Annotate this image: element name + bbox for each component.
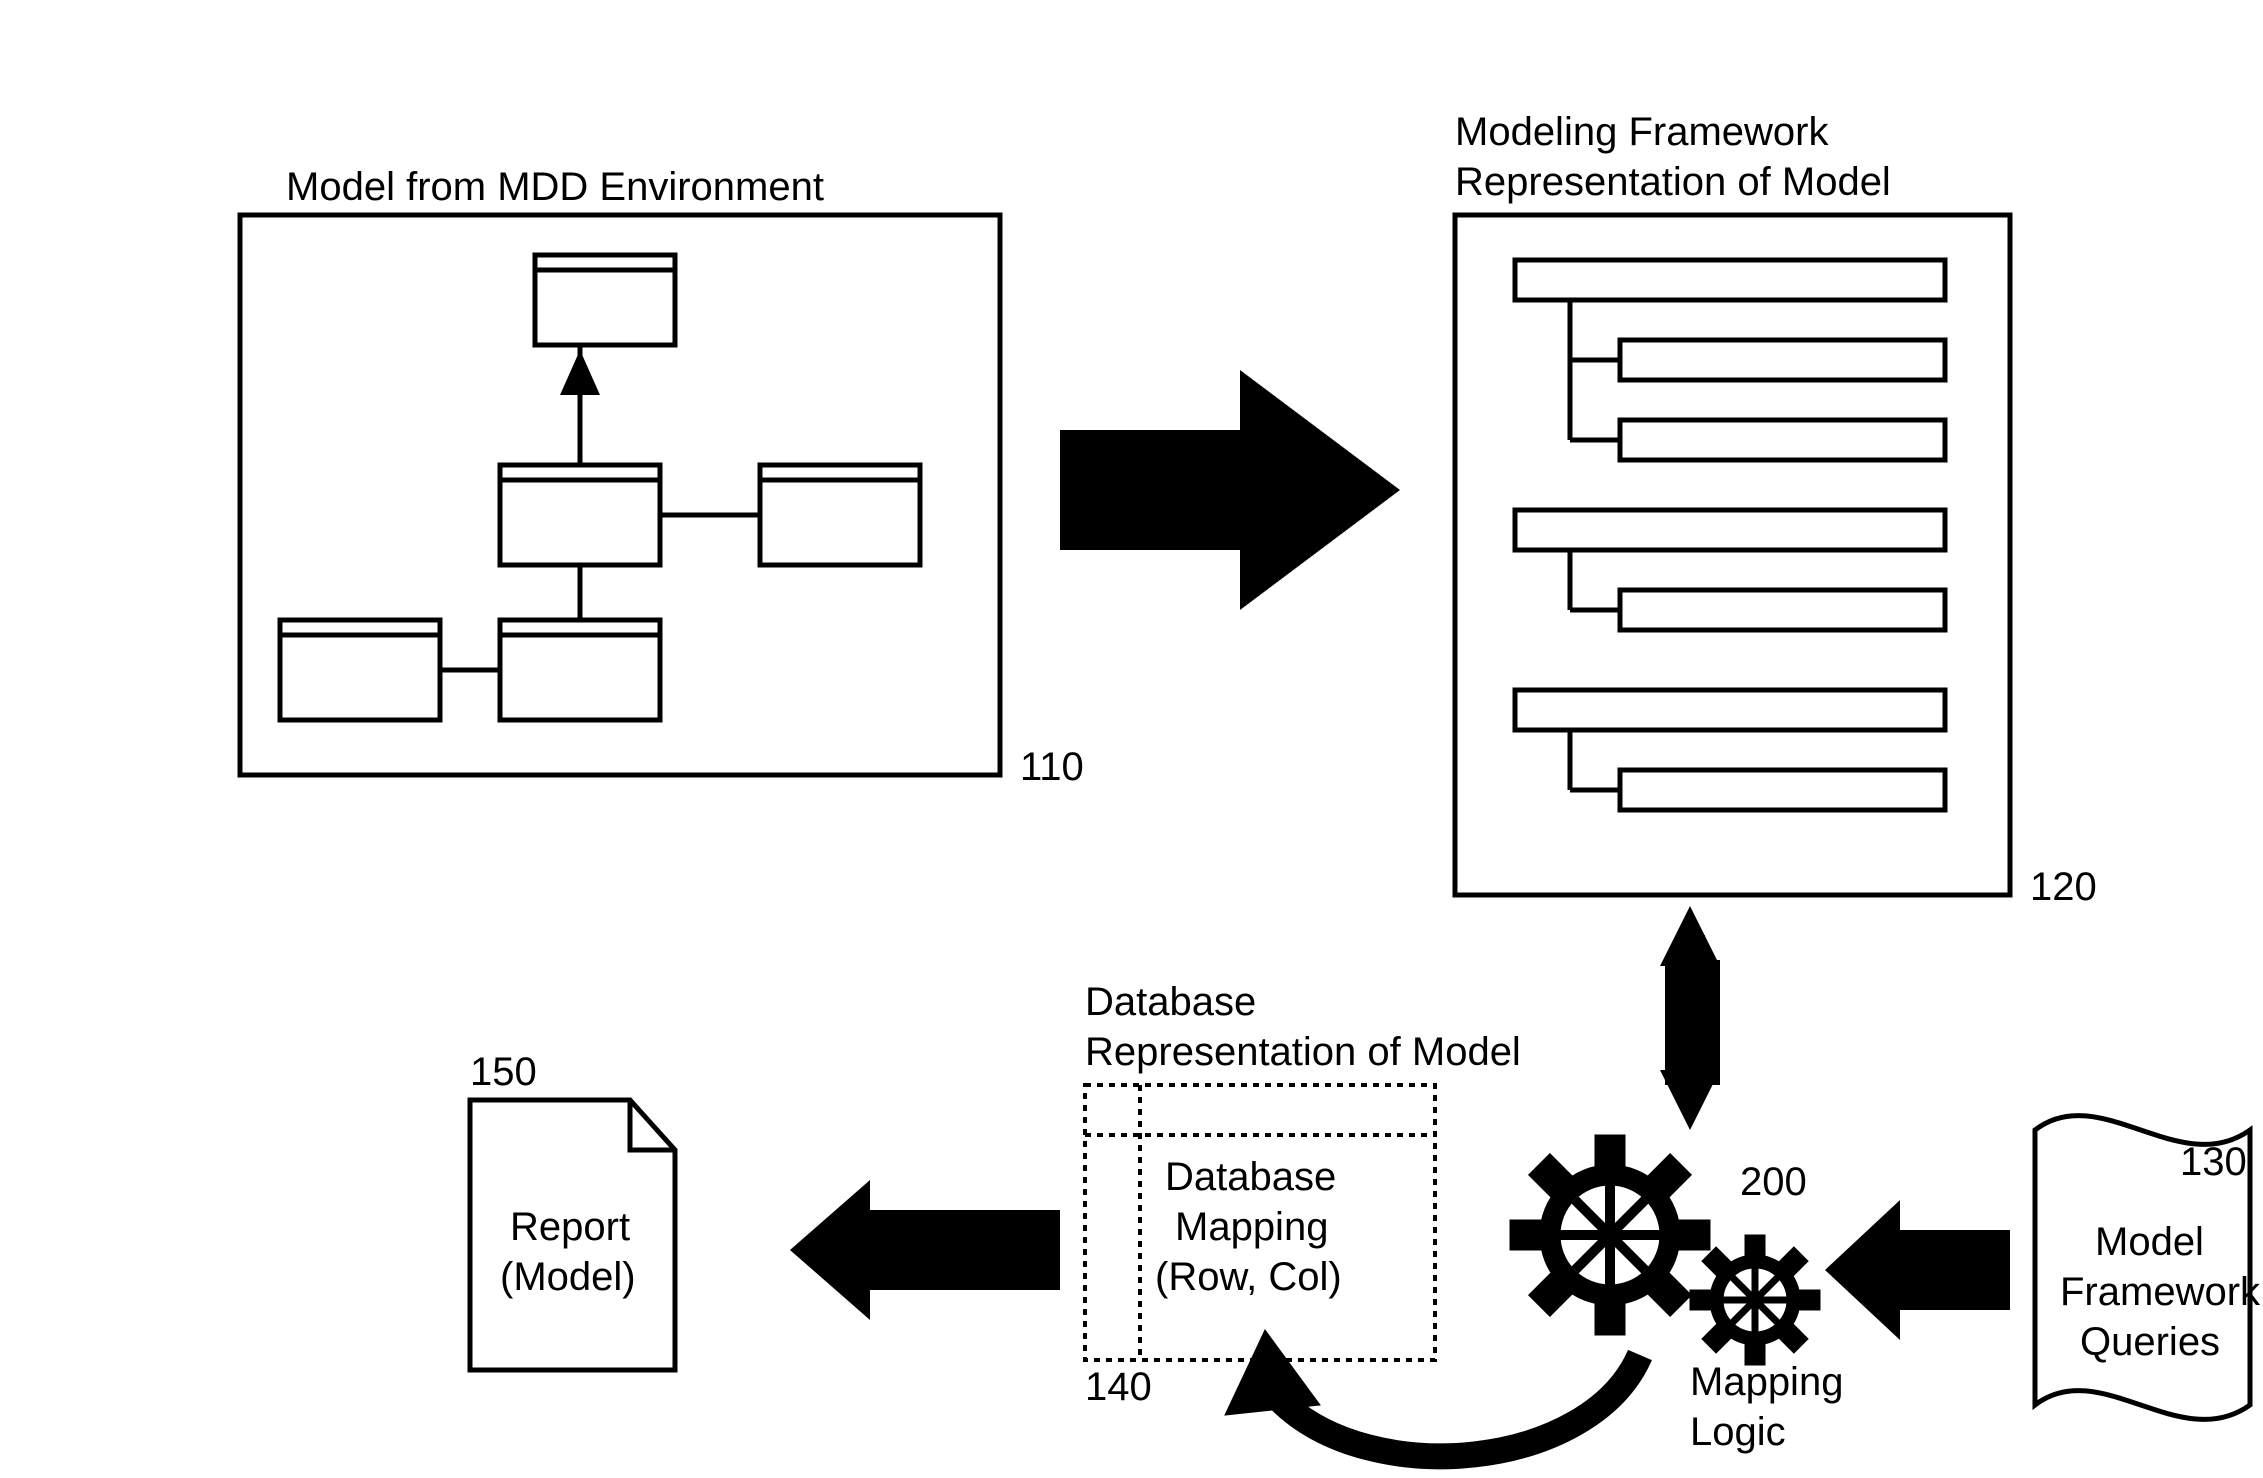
queries-line-2: Framework	[2060, 1270, 2261, 1314]
queries-line-3: Queries	[2080, 1320, 2220, 1364]
mapping-label-1: Mapping	[1690, 1360, 1843, 1404]
framework-title-2: Representation of Model	[1455, 160, 1891, 204]
db-cell-3: (Row, Col)	[1155, 1255, 1342, 1299]
mdd-title: Model from MDD Environment	[286, 165, 824, 209]
diagram-canvas: Model from MDD Environment 110 Modeling …	[0, 0, 2263, 1478]
queries-line-1: Model	[2095, 1220, 2204, 1264]
queries-ref: 130	[2180, 1140, 2247, 1184]
mapping-gears	[1469, 1094, 1847, 1392]
db-cell-1: Database	[1165, 1155, 1336, 1199]
mdd-ref: 110	[1020, 745, 1084, 789]
arrow-130-to-200	[1825, 1200, 2010, 1340]
db-ref: 140	[1085, 1365, 1152, 1409]
db-title-2: Representation of Model	[1085, 1030, 1521, 1074]
report-line-2: (Model)	[500, 1255, 636, 1299]
framework-title-1: Modeling Framework	[1455, 110, 1829, 154]
report-ref: 150	[470, 1050, 537, 1094]
mdd-uml-arrowhead	[560, 350, 600, 395]
arrow-140-to-150	[790, 1180, 1060, 1320]
mdd-box	[240, 215, 1000, 775]
mapping-label-2: Logic	[1690, 1410, 1786, 1454]
arrow-110-to-120	[1060, 370, 1400, 610]
framework-box	[1455, 215, 2010, 895]
db-title-1: Database	[1085, 980, 1256, 1024]
mapping-ref: 200	[1740, 1160, 1807, 1204]
report-line-1: Report	[510, 1205, 630, 1249]
arrow-120-to-200-thick	[1665, 960, 1720, 1085]
framework-ref: 120	[2030, 865, 2097, 909]
db-cell-2: Mapping	[1175, 1205, 1328, 1249]
arrow-200-to-140	[1225, 1330, 1640, 1456]
